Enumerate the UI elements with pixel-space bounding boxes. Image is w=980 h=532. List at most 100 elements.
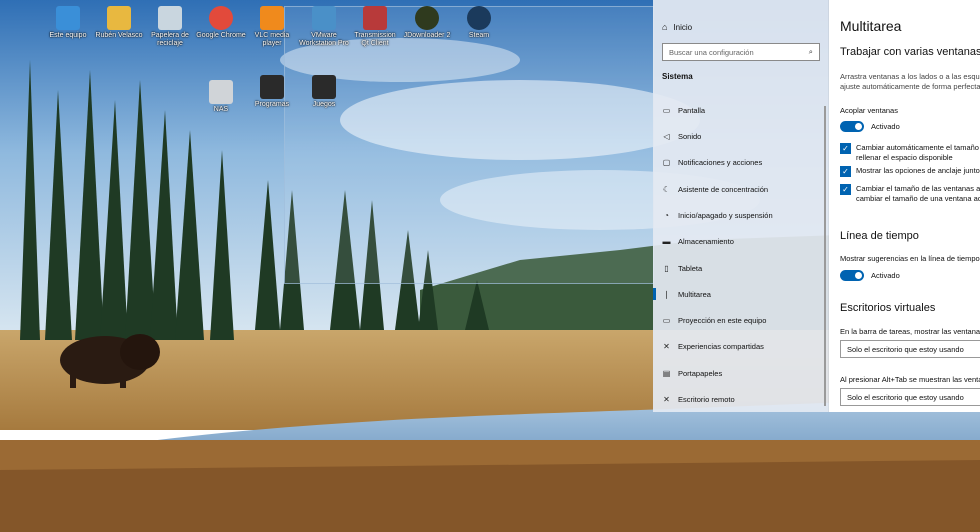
desktop-icon-label: Transmission Qt Client bbox=[354, 32, 396, 47]
desktop-icon-label: VLC media player bbox=[254, 32, 290, 47]
nav-item-portapapeles[interactable]: ▤ Portapapeles bbox=[662, 366, 722, 380]
nav-item-label: Notificaciones y acciones bbox=[678, 157, 763, 167]
settings-main-pane: Multitarea Trabajar con varias ventanas … bbox=[829, 0, 980, 412]
folder-shortcut-icon bbox=[312, 75, 336, 99]
checkbox-auto-resize[interactable]: ✓ bbox=[840, 143, 851, 154]
checkbox-label-auto-resize: Cambiar automáticamente el tamaño de la … bbox=[856, 143, 980, 163]
snap-description-line1: Arrastra ventanas a los lados o a las es… bbox=[840, 72, 980, 81]
vmware-icon bbox=[312, 6, 336, 30]
nav-item-label: Asistente de concentración bbox=[678, 184, 769, 194]
search-input[interactable]: Buscar una configuración ⌕ bbox=[662, 43, 820, 61]
home-icon: ⌂ bbox=[662, 22, 668, 32]
section-heading-virtual-desktops: Escritorios virtuales bbox=[840, 302, 936, 314]
speaker-icon: ◁ bbox=[663, 131, 670, 141]
nav-item-label: Inicio/apagado y suspensión bbox=[678, 210, 773, 220]
notification-icon: ▢ bbox=[662, 157, 671, 167]
snap-toggle-state: Activado bbox=[871, 122, 900, 131]
nav-item-tableta[interactable]: ▯ Tableta bbox=[662, 261, 702, 275]
desktop-icon-label: Google Chrome bbox=[196, 32, 246, 39]
alttab-windows-value: Solo el escritorio que estoy usando bbox=[847, 392, 964, 402]
jdownloader-icon bbox=[415, 6, 439, 30]
desktop-icon-label: NAS bbox=[213, 106, 229, 113]
taskbar-windows-select[interactable]: Solo el escritorio que estoy usando bbox=[840, 340, 980, 358]
nas-drive-icon bbox=[209, 80, 233, 104]
monitor-icon: ▭ bbox=[662, 105, 671, 115]
checkbox-label-line: Mostrar las opciones de anclaje junto a … bbox=[856, 166, 980, 175]
timeline-toggle[interactable] bbox=[840, 270, 864, 281]
desktop-icon-label: VMware Workstation Pro bbox=[299, 32, 349, 47]
steam-icon bbox=[467, 6, 491, 30]
section-heading-snap: Trabajar con varias ventanas bbox=[840, 46, 980, 58]
multitask-icon: ❘ bbox=[663, 289, 670, 299]
search-placeholder: Buscar una configuración bbox=[669, 47, 754, 57]
desktop-icon[interactable]: Transmission Qt Client bbox=[350, 6, 400, 48]
chrome-icon bbox=[209, 6, 233, 30]
nav-item-escritorio-remoto[interactable]: ✕ Escritorio remoto bbox=[662, 392, 735, 406]
checkbox-label-line: Cambiar el tamaño de las ventanas adyace… bbox=[856, 184, 980, 193]
desktop-icon-label: JDownloader 2 bbox=[403, 32, 451, 39]
power-icon: ◔ bbox=[664, 210, 669, 220]
shared-icon: ✕ bbox=[663, 341, 670, 351]
nav-item-label: Escritorio remoto bbox=[678, 394, 735, 404]
desktop-icon[interactable]: Juegos bbox=[299, 75, 349, 109]
desktop-icon[interactable]: Google Chrome bbox=[196, 6, 246, 40]
nav-item-almacenamiento[interactable]: ▬ Almacenamiento bbox=[662, 234, 734, 248]
checkbox-label-line: rellenar el espacio disponible bbox=[856, 153, 953, 162]
desktop-icon-label: Este equipo bbox=[49, 32, 87, 39]
desktop-icon-label: Juegos bbox=[312, 101, 336, 108]
checkbox-label-line: cambiar el tamaño de una ventana acoplad… bbox=[856, 194, 980, 203]
checkbox-label-snap-options: Mostrar las opciones de anclaje junto a … bbox=[856, 166, 980, 176]
desktop-icon[interactable]: VLC media player bbox=[247, 6, 297, 48]
checkbox-label-resize-adjacent: Cambiar el tamaño de las ventanas adyace… bbox=[856, 184, 980, 204]
nav-scrollbar[interactable] bbox=[824, 106, 826, 406]
projection-icon: ▭ bbox=[662, 315, 671, 325]
nav-item-sonido[interactable]: ◁ Sonido bbox=[662, 129, 701, 143]
checkbox-snap-options[interactable]: ✓ bbox=[840, 166, 851, 177]
nav-home[interactable]: ⌂ Inicio bbox=[662, 20, 692, 34]
vlc-icon bbox=[260, 6, 284, 30]
nav-item-label: Tableta bbox=[678, 263, 703, 273]
desktop-icon[interactable]: Este equipo bbox=[43, 6, 93, 40]
alttab-windows-label: Al presionar Alt+Tab se muestran las ven… bbox=[840, 375, 980, 384]
snap-toggle[interactable] bbox=[840, 121, 864, 132]
folder-shortcut-icon bbox=[260, 75, 284, 99]
nav-item-experiencias[interactable]: ✕ Experiencias compartidas bbox=[662, 339, 764, 353]
nav-item-label: Almacenamiento bbox=[678, 236, 734, 246]
desktop-icon[interactable]: NAS bbox=[196, 80, 246, 114]
computer-icon bbox=[56, 6, 80, 30]
nav-item-concentracion[interactable]: ☾ Asistente de concentración bbox=[662, 182, 768, 196]
nav-item-pantalla[interactable]: ▭ Pantalla bbox=[662, 103, 705, 117]
nav-item-multitarea[interactable]: ❘ Multitarea bbox=[653, 287, 711, 301]
desktop-icon-label: Steam bbox=[468, 32, 490, 39]
desktop-icon-label: Papelera de reciclaje bbox=[151, 32, 189, 47]
checkbox-label-line: Cambiar automáticamente el tamaño de la … bbox=[856, 143, 980, 152]
search-icon: ⌕ bbox=[808, 47, 813, 56]
nav-item-label: Experiencias compartidas bbox=[678, 341, 764, 351]
nav-item-label: Proyección en este equipo bbox=[678, 315, 767, 325]
desktop-icon[interactable]: Papelera de reciclaje bbox=[145, 6, 195, 48]
user-folder-icon bbox=[107, 6, 131, 30]
nav-item-label: Sonido bbox=[678, 131, 702, 141]
remote-icon: ✕ bbox=[663, 394, 670, 404]
nav-item-inicio-apagado[interactable]: ◔ Inicio/apagado y suspensión bbox=[662, 208, 773, 222]
nav-item-label: Pantalla bbox=[678, 105, 706, 115]
alttab-windows-select[interactable]: Solo el escritorio que estoy usando bbox=[840, 388, 980, 406]
nav-item-notificaciones[interactable]: ▢ Notificaciones y acciones bbox=[662, 155, 763, 169]
desktop-icon[interactable]: Steam bbox=[454, 6, 504, 40]
page-title: Multitarea bbox=[840, 18, 902, 34]
checkbox-resize-adjacent[interactable]: ✓ bbox=[840, 184, 851, 195]
nav-home-label: Inicio bbox=[673, 22, 693, 32]
section-heading-timeline: Línea de tiempo bbox=[840, 230, 919, 242]
snap-toggle-label: Acoplar ventanas bbox=[840, 106, 898, 115]
desktop-icon[interactable]: VMware Workstation Pro bbox=[299, 6, 349, 48]
desktop-icon[interactable]: Rubén Velasco bbox=[94, 6, 144, 40]
desktop-icon[interactable]: JDownloader 2 bbox=[402, 6, 452, 40]
nav-item-label: Portapapeles bbox=[678, 368, 723, 378]
settings-nav-pane: ⌂ Inicio Buscar una configuración ⌕ Sist… bbox=[653, 0, 829, 412]
desktop-icon-label: Rubén Velasco bbox=[95, 32, 143, 39]
nav-item-proyeccion[interactable]: ▭ Proyección en este equipo bbox=[662, 313, 767, 327]
moon-icon: ☾ bbox=[662, 184, 671, 194]
desktop-icon-label: Programas bbox=[254, 101, 290, 108]
tablet-icon: ▯ bbox=[664, 263, 669, 273]
desktop-icon[interactable]: Programas bbox=[247, 75, 297, 109]
